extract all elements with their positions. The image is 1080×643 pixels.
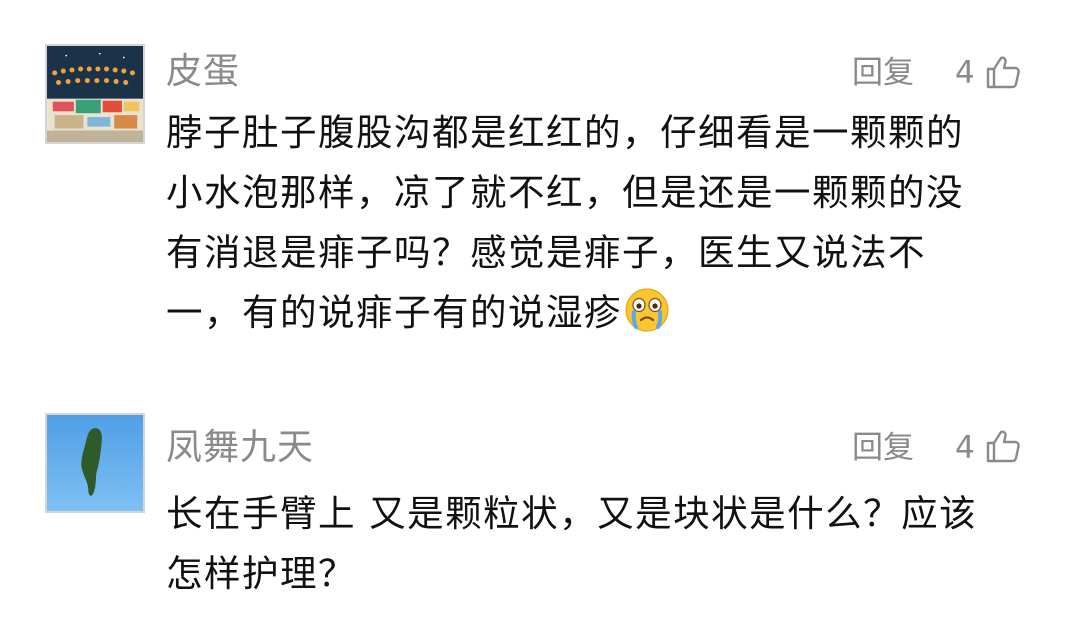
market-night-scene-avatar — [47, 46, 143, 142]
reply-button[interactable]: 回复 — [852, 53, 914, 93]
like-count: 4 — [955, 430, 975, 466]
comment-text: 长在手臂上 又是颗粒状，又是块状是什么？应该怎样护理？ — [166, 484, 996, 604]
thumbs-up-icon[interactable] — [985, 428, 1021, 464]
avatar[interactable] — [45, 44, 145, 144]
comment-text-content: 脖子肚子腹股沟都是红红的，仔细看是一颗颗的小水泡那样，凉了就不红，但是还是一颗颗… — [166, 111, 964, 334]
username[interactable]: 皮蛋 — [166, 50, 240, 94]
comment-text: 脖子肚子腹股沟都是红红的，仔细看是一颗颗的小水泡那样，凉了就不红，但是还是一颗颗… — [166, 103, 996, 343]
crying-face-emoji — [624, 287, 670, 333]
comment-text-content: 长在手臂上 又是颗粒状，又是块状是什么？应该怎样护理？ — [166, 492, 978, 595]
username[interactable]: 凤舞九天 — [166, 426, 314, 470]
taiwan-island-map-avatar — [47, 415, 143, 511]
avatar[interactable] — [45, 413, 145, 513]
thumbs-up-icon[interactable] — [985, 54, 1021, 90]
like-count: 4 — [955, 55, 975, 91]
reply-button[interactable]: 回复 — [852, 428, 914, 468]
